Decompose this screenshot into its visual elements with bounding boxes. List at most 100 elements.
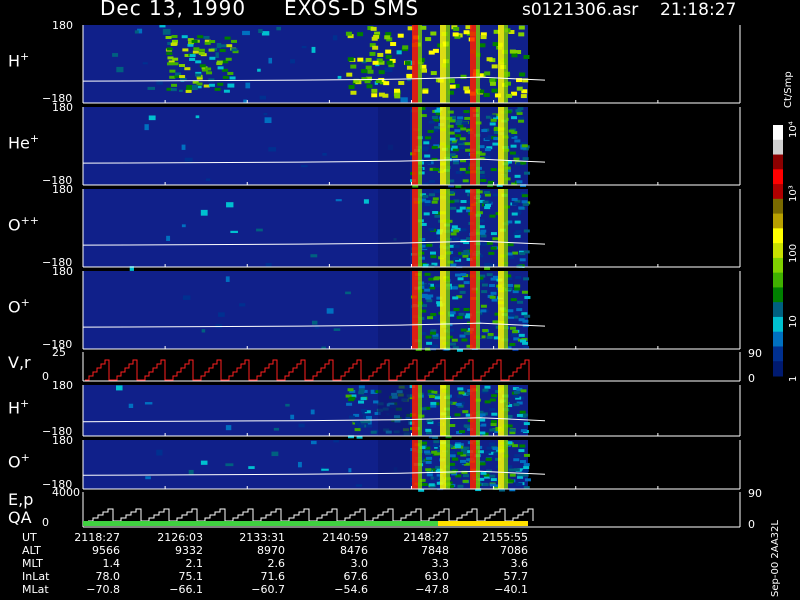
spectro-cell	[507, 309, 514, 313]
spectro-cell	[484, 148, 491, 152]
spectro-cell	[134, 30, 139, 34]
spectro-cell	[265, 263, 272, 268]
spectro-cell	[371, 88, 378, 93]
orbit-table-cell: 2155:55	[482, 531, 528, 544]
spectro-cell	[462, 479, 469, 483]
spectro-cell	[456, 315, 463, 319]
colorbar-segment	[773, 302, 783, 318]
spectro-cell	[513, 403, 520, 407]
spectro-cell	[479, 418, 486, 422]
spectro-cell	[225, 276, 230, 282]
spectro-cell	[398, 80, 405, 85]
y-axis-max-label: 25	[52, 346, 66, 359]
spectro-cell	[518, 318, 525, 322]
spectro-cell	[522, 469, 529, 473]
spectro-cell	[256, 228, 263, 232]
spectro-cell	[426, 473, 433, 477]
spectro-cell	[175, 72, 182, 76]
spectro-band	[476, 385, 480, 436]
spectro-cell	[428, 50, 435, 55]
spectro-cell	[144, 402, 153, 405]
spectro-cell	[203, 84, 210, 88]
spectro-cell	[461, 252, 468, 256]
spectro-cell	[510, 298, 517, 302]
spectro-cell	[523, 250, 530, 254]
spectro-cell	[516, 413, 523, 417]
chart-file: s0121306.asr	[522, 0, 639, 20]
spectro-cell	[178, 89, 183, 92]
spectro-cell	[144, 124, 149, 131]
spectro-cell	[184, 67, 191, 71]
spectro-cell	[203, 35, 210, 39]
spectro-cell	[167, 62, 174, 66]
spectro-cell	[492, 447, 499, 451]
spectro-cell	[346, 72, 353, 77]
spectro-cell	[428, 227, 435, 231]
spectro-band	[446, 271, 450, 349]
spectro-band	[378, 271, 410, 349]
spectro-cell	[491, 394, 498, 398]
spectro-cell	[406, 73, 413, 78]
spectro-cell	[489, 428, 496, 432]
spectro-cell	[358, 385, 365, 389]
spectro-cell	[400, 97, 408, 103]
spectro-band	[418, 107, 422, 185]
orbit-row-label: ALT	[22, 544, 41, 557]
spectro-cell	[361, 69, 368, 74]
spectro-cell	[198, 48, 205, 52]
spectro-band	[476, 271, 480, 349]
spectro-cell	[285, 403, 290, 407]
spectro-cell	[209, 40, 216, 44]
spectro-cell	[231, 39, 238, 43]
spectro-cell	[520, 429, 527, 433]
spectro-cell	[453, 257, 460, 261]
spectro-cell	[460, 127, 467, 131]
spectro-cell	[460, 74, 467, 79]
spectro-cell	[464, 142, 471, 146]
spectro-cell	[370, 26, 377, 31]
chart-date: Dec 13, 1990	[100, 0, 247, 20]
spectro-cell	[245, 82, 251, 89]
spectro-cell	[490, 168, 497, 172]
orbit-table-cell: 9332	[175, 544, 203, 557]
spectro-cell	[456, 140, 463, 144]
y-axis-max-label: 4000	[52, 486, 80, 499]
spectro-cell	[171, 83, 178, 87]
spectro-cell	[310, 254, 318, 258]
spectro-cell	[492, 42, 499, 47]
panel-label: E,p	[8, 490, 33, 509]
spectro-cell	[346, 402, 353, 406]
spectro-cell	[519, 410, 526, 414]
spectro-cell	[481, 283, 488, 287]
spectro-cell	[365, 65, 372, 70]
spectro-cell	[370, 430, 377, 434]
spectro-cell	[482, 483, 489, 487]
spectro-band	[498, 385, 504, 436]
spectro-cell	[432, 344, 439, 348]
spectro-cell	[518, 333, 525, 337]
colorbar-tick-label: 100	[788, 243, 799, 263]
spectro-cell	[461, 338, 468, 342]
spectro-band	[498, 271, 504, 349]
spectro-cell	[345, 291, 351, 295]
spectro-cell	[488, 251, 495, 255]
spectro-cell	[459, 167, 466, 171]
orbit-table-cell: 3.6	[510, 557, 529, 570]
spectro-cell	[431, 115, 438, 119]
spectro-cell	[258, 29, 263, 34]
spectro-cell	[489, 284, 496, 288]
spectro-cell	[290, 59, 296, 64]
spectro-cell	[433, 440, 440, 444]
spectro-cell	[165, 35, 172, 39]
spectro-cell	[489, 408, 496, 412]
spectro-cell	[187, 43, 194, 47]
spectro-cell	[386, 60, 393, 65]
spectro-cell	[520, 94, 527, 99]
spectro-cell	[422, 194, 429, 198]
spectro-cell	[181, 35, 188, 39]
panel-label-sup: +	[20, 396, 30, 410]
spectro-cell	[397, 33, 404, 38]
spectro-cell	[490, 420, 497, 424]
orbit-row-label: MLat	[22, 583, 49, 596]
panel-Oplus-nodata	[528, 271, 740, 349]
